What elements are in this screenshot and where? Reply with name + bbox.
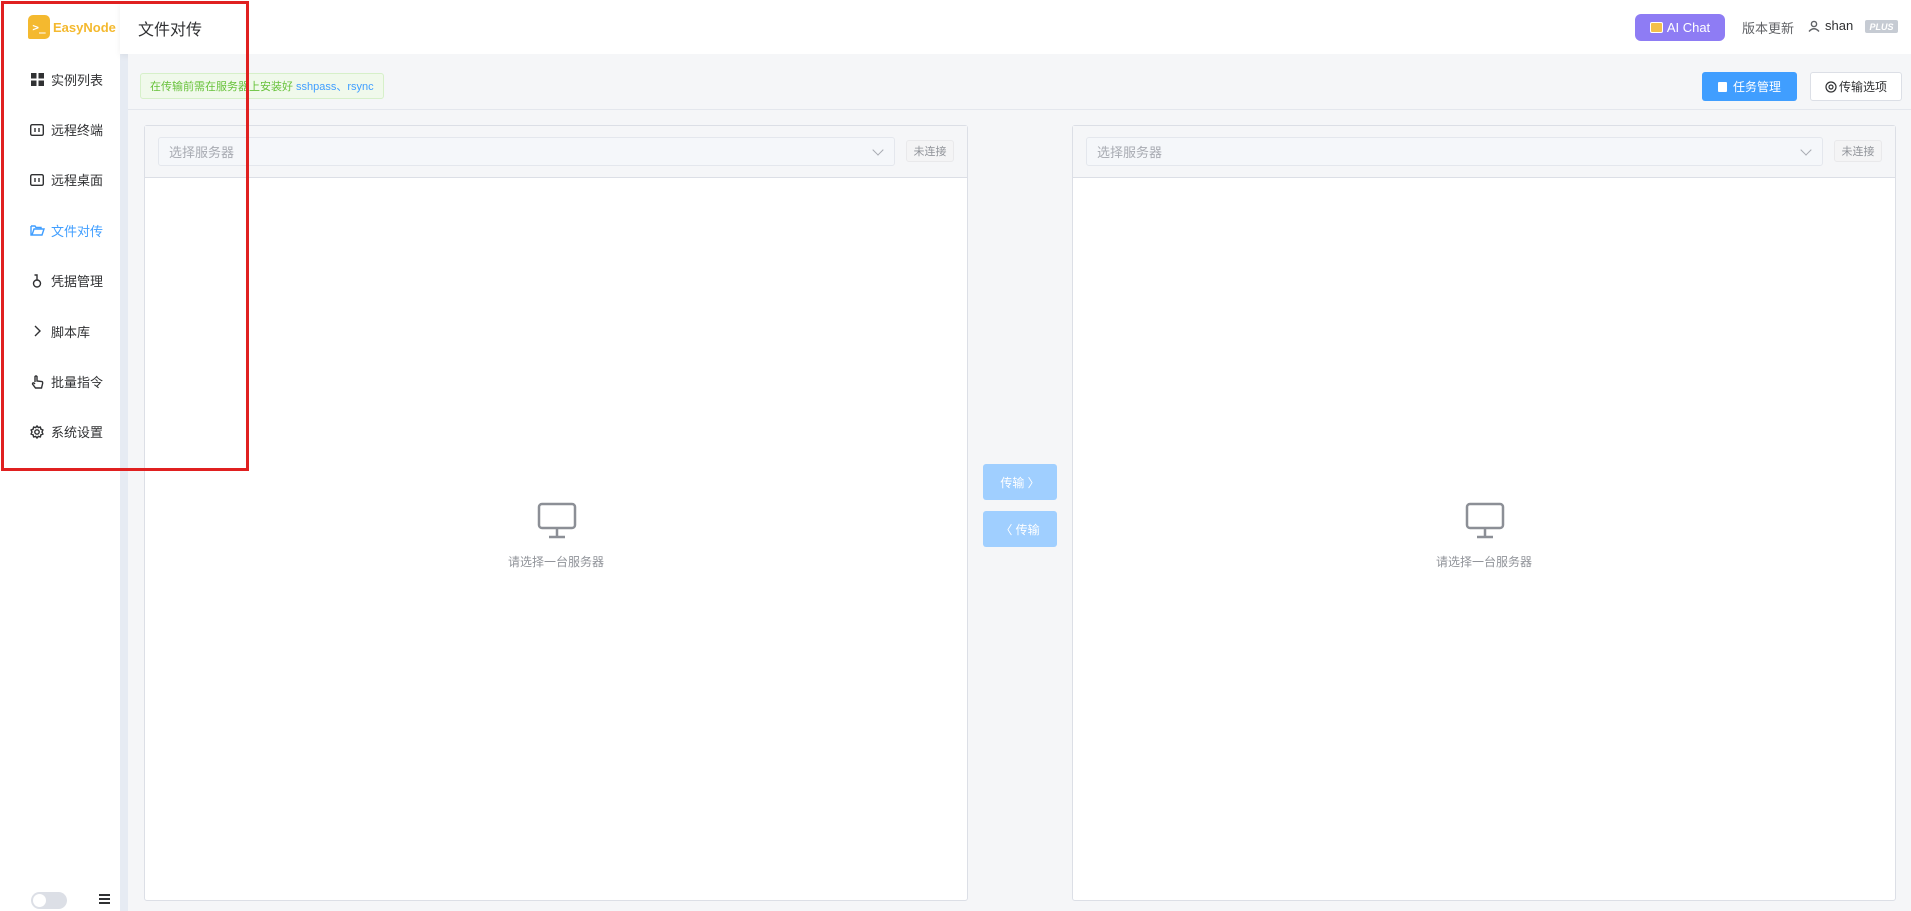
page-title: 文件对传	[138, 22, 203, 39]
right-server-panel: 选择服务器 未连接 请选择一台服务器	[1072, 125, 1896, 901]
plan-badge: PLUS	[1865, 20, 1898, 33]
monitor-icon	[1465, 502, 1505, 539]
chevron-down-icon	[1800, 144, 1812, 156]
username: shan	[1825, 18, 1854, 33]
gear-icon	[29, 424, 45, 440]
sidebar-item-batch-command[interactable]: 批量指令	[0, 356, 120, 406]
sidebar: >_ EasyNode 实例列表 远程终端 远程桌面 文件对传 凭据管理 脚本库…	[0, 0, 120, 911]
sidebar-item-label: 系统设置	[51, 425, 104, 441]
empty-state: 请选择一台服务器	[1073, 178, 1895, 902]
sidebar-menu: 实例列表 远程终端 远程桌面 文件对传 凭据管理 脚本库 批量指令 系统设置	[0, 54, 120, 457]
sidebar-item-instances[interactable]: 实例列表	[0, 54, 120, 104]
key-icon	[29, 273, 45, 289]
install-tip: 在传输前需在服务器上安装好 sshpass、rsync	[140, 73, 384, 99]
main-content: 在传输前需在服务器上安装好 sshpass、rsync 任务管理 传输选项 选择…	[128, 54, 1911, 911]
top-header: 文件对传 AI Chat 版本更新 shan PLUS	[120, 0, 1911, 54]
ai-chat-label: AI Chat	[1666, 20, 1711, 35]
sidebar-item-scripts[interactable]: 脚本库	[0, 306, 120, 356]
transfer-to-left-button[interactable]: 〈 传输	[983, 511, 1057, 547]
left-server-panel: 选择服务器 未连接 请选择一台服务器	[144, 125, 968, 901]
select-placeholder: 选择服务器	[1097, 145, 1163, 160]
sidebar-item-settings[interactable]: 系统设置	[0, 407, 120, 457]
chat-icon	[1649, 22, 1663, 33]
ai-chat-button[interactable]: AI Chat	[1635, 14, 1725, 41]
folder-open-icon	[29, 222, 45, 238]
logo-icon: >_	[28, 15, 50, 39]
user-menu[interactable]: shan	[1808, 18, 1853, 33]
tip-text: 在传输前需在服务器上安装好	[150, 81, 293, 93]
terminal-icon	[29, 122, 45, 138]
logo-text: EasyNode	[53, 19, 116, 35]
sidebar-item-label: 实例列表	[51, 72, 104, 88]
toggle-knob	[33, 894, 46, 907]
sidebar-item-label: 远程终端	[51, 123, 104, 139]
chevron-right-icon	[29, 323, 45, 339]
sidebar-item-label: 凭据管理	[51, 274, 104, 290]
transfer-options-button[interactable]: 传输选项	[1810, 72, 1902, 101]
sidebar-item-desktop[interactable]: 远程桌面	[0, 155, 120, 205]
empty-state-text: 请选择一台服务器	[1435, 555, 1532, 569]
settings-icon	[1825, 80, 1837, 93]
right-server-select[interactable]: 选择服务器	[1086, 137, 1823, 166]
sidebar-item-label: 文件对传	[51, 223, 104, 239]
grid-icon	[29, 71, 45, 87]
sidebar-item-file-transfer[interactable]: 文件对传	[0, 205, 120, 255]
left-server-select[interactable]: 选择服务器	[158, 137, 895, 166]
collapse-menu-icon[interactable]	[99, 894, 110, 904]
connection-status-badge: 未连接	[1834, 140, 1882, 162]
task-management-button[interactable]: 任务管理	[1702, 72, 1797, 101]
tip-tools: sshpass、rsync	[296, 81, 374, 93]
chevron-down-icon	[872, 144, 884, 156]
empty-state-text: 请选择一台服务器	[507, 555, 604, 569]
pointer-hand-icon	[29, 374, 45, 390]
sidebar-item-label: 脚本库	[51, 324, 91, 340]
theme-toggle[interactable]	[31, 892, 67, 909]
sidebar-item-terminal[interactable]: 远程终端	[0, 104, 120, 154]
app-logo[interactable]: >_ EasyNode	[28, 14, 116, 40]
sidebar-divider	[120, 54, 128, 911]
panel-header: 选择服务器 未连接	[145, 126, 967, 178]
sidebar-item-credentials[interactable]: 凭据管理	[0, 256, 120, 306]
monitor-icon	[537, 502, 577, 539]
task-button-label: 任务管理	[1732, 80, 1781, 94]
select-placeholder: 选择服务器	[169, 145, 235, 160]
desktop-icon	[29, 172, 45, 188]
version-update-link[interactable]: 版本更新	[1742, 18, 1794, 37]
sidebar-item-label: 批量指令	[51, 375, 104, 391]
transfer-toolbar: 在传输前需在服务器上安装好 sshpass、rsync 任务管理 传输选项	[128, 54, 1911, 110]
empty-state: 请选择一台服务器	[145, 178, 967, 902]
sidebar-item-label: 远程桌面	[51, 173, 104, 189]
options-button-label: 传输选项	[1838, 80, 1887, 94]
panel-header: 选择服务器 未连接	[1073, 126, 1895, 178]
clipboard-icon	[1717, 81, 1727, 92]
transfer-to-right-button[interactable]: 传输 〉	[983, 464, 1057, 500]
user-icon	[1808, 20, 1820, 32]
connection-status-badge: 未连接	[906, 140, 954, 162]
